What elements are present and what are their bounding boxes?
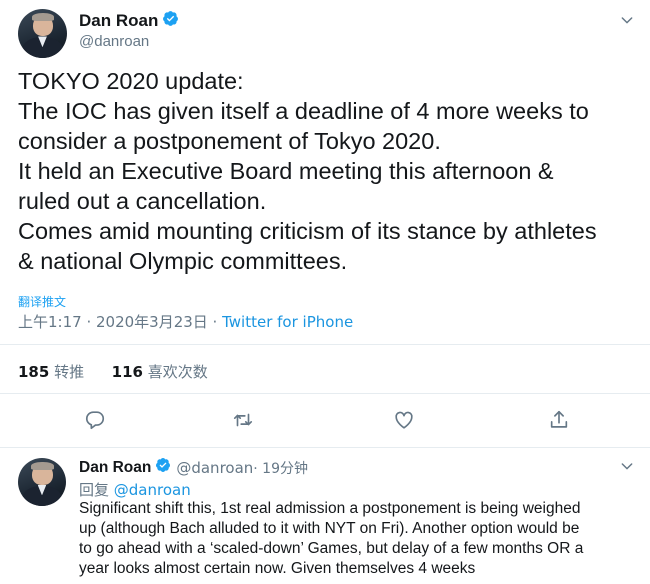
main-tweet: Dan Roan @danroan TOKYO 2020 update: The… xyxy=(0,0,650,447)
avatar[interactable] xyxy=(18,9,67,58)
tweet-line: TOKYO 2020 update: xyxy=(18,68,244,94)
reply-time[interactable]: · 19分钟 xyxy=(253,458,308,478)
reply-author-row: Dan Roan @danroan · 19分钟 xyxy=(79,457,308,478)
retweet-icon[interactable] xyxy=(228,405,258,435)
author-handle[interactable]: @danroan xyxy=(176,459,253,477)
author-name[interactable]: Dan Roan xyxy=(79,11,158,31)
tweet-line: consider a postponement of Tokyo 2020. xyxy=(18,128,441,154)
author-row: Dan Roan xyxy=(79,10,179,32)
tweet-meta: 上午1:17 · 2020年3月23日 · Twitter for iPhone xyxy=(18,311,353,332)
translate-tweet-link[interactable]: 翻译推文 xyxy=(18,293,66,310)
chevron-down-icon[interactable] xyxy=(619,458,635,479)
source-link[interactable]: Twitter for iPhone xyxy=(222,313,353,331)
verified-badge-icon xyxy=(155,457,171,478)
reply-text: Significant shift this, 1st real admissi… xyxy=(79,499,645,579)
divider xyxy=(0,393,650,394)
tweet-text: TOKYO 2020 update: The IOC has given its… xyxy=(18,66,643,276)
replying-to: 回复 @danroan xyxy=(79,479,191,500)
tweet-line: It held an Executive Board meeting this … xyxy=(18,158,554,184)
reply-icon[interactable] xyxy=(80,405,110,435)
reply-line: to go ahead with a ‘scaled-down’ Games, … xyxy=(79,540,584,557)
author-handle[interactable]: @danroan xyxy=(79,33,149,50)
author-name[interactable]: Dan Roan xyxy=(79,459,151,477)
reply-tweet[interactable]: Dan Roan @danroan · 19分钟 回复 @danroan Sig… xyxy=(0,448,650,584)
tweet-line: ruled out a cancellation. xyxy=(18,188,267,214)
verified-badge-icon xyxy=(162,10,179,32)
divider xyxy=(0,344,650,345)
avatar[interactable] xyxy=(18,458,66,506)
tweet-line: The IOC has given itself a deadline of 4… xyxy=(18,98,589,124)
reply-line: Significant shift this, 1st real admissi… xyxy=(79,500,581,517)
like-icon[interactable] xyxy=(389,405,419,435)
share-icon[interactable] xyxy=(544,405,574,435)
like-count[interactable]: 116 喜欢次数 xyxy=(112,363,208,381)
tweet-line: & national Olympic committees. xyxy=(18,248,348,274)
mention-link[interactable]: @danroan xyxy=(114,481,191,499)
reply-line: year looks almost certain now. Given the… xyxy=(79,560,476,577)
reply-line: up (although Bach alluded to it with NYT… xyxy=(79,520,580,537)
tweet-line: Comes amid mounting criticism of its sta… xyxy=(18,218,597,244)
tweet-actions xyxy=(0,405,650,435)
timestamp[interactable]: 上午1:17 · 2020年3月23日 · xyxy=(18,313,222,331)
retweet-count[interactable]: 185 转推 xyxy=(18,363,84,381)
replying-to-label: 回复 xyxy=(79,481,114,499)
tweet-stats: 185 转推 116 喜欢次数 xyxy=(18,361,208,382)
chevron-down-icon[interactable] xyxy=(619,12,635,33)
